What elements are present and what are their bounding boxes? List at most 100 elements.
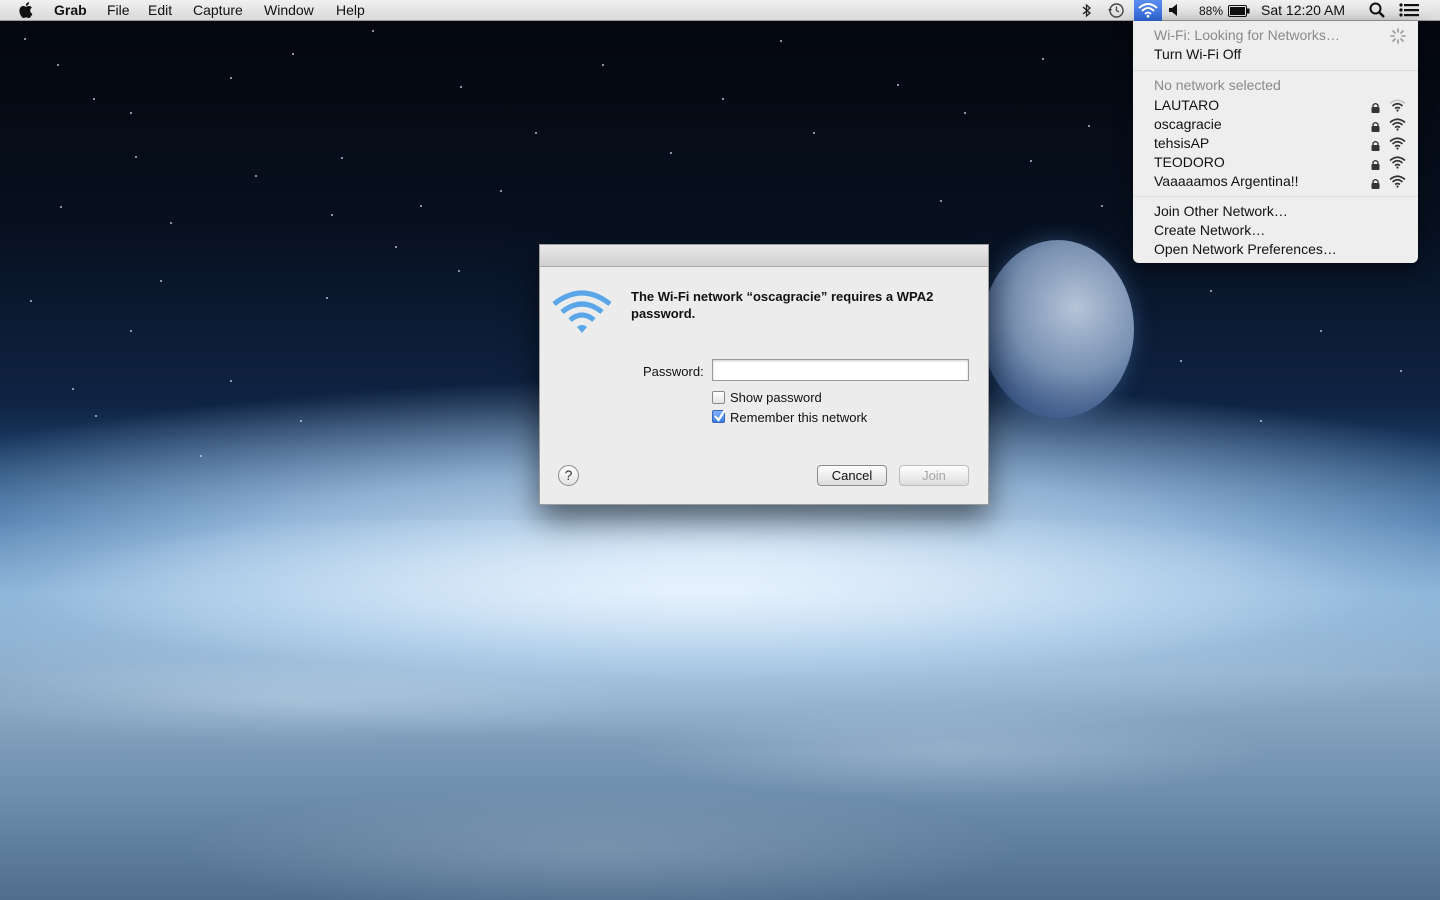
star bbox=[1320, 330, 1322, 332]
star bbox=[372, 30, 374, 32]
star bbox=[130, 112, 132, 114]
menu-bar: Grab File Edit Capture Window Help 88% S… bbox=[0, 0, 1440, 21]
dialog-titlebar bbox=[540, 245, 988, 267]
notification-center-icon[interactable] bbox=[1399, 3, 1419, 21]
cancel-button[interactable]: Cancel bbox=[817, 465, 887, 486]
network-item[interactable]: LAUTARO bbox=[1154, 96, 1219, 114]
network-item[interactable]: TEODORO bbox=[1154, 153, 1225, 171]
star bbox=[95, 415, 97, 417]
wifi-status: Wi-Fi: Looking for Networks… bbox=[1154, 27, 1340, 43]
star bbox=[500, 190, 502, 192]
loading-spinner-icon bbox=[1390, 28, 1406, 47]
volume-icon[interactable] bbox=[1168, 3, 1180, 21]
lock-icon bbox=[1371, 119, 1380, 132]
star bbox=[1260, 420, 1262, 422]
star bbox=[1400, 370, 1402, 372]
star bbox=[230, 77, 232, 79]
apple-menu-icon[interactable] bbox=[19, 1, 35, 23]
remember-network-checkbox[interactable] bbox=[712, 409, 726, 423]
password-label: Password: bbox=[643, 364, 704, 379]
network-item[interactable]: Vaaaaamos Argentina!! bbox=[1154, 172, 1299, 190]
app-menu-grab[interactable]: Grab bbox=[54, 2, 87, 19]
menu-edit[interactable]: Edit bbox=[148, 2, 172, 19]
show-password-label[interactable]: Show password bbox=[730, 390, 822, 405]
wifi-dropdown-menu: Wi-Fi: Looking for Networks… Turn Wi-Fi … bbox=[1133, 21, 1418, 263]
help-button[interactable]: ? bbox=[558, 465, 579, 486]
wifi-signal-icon bbox=[1389, 118, 1406, 131]
star bbox=[30, 300, 32, 302]
menu-clock[interactable]: Sat 12:20 AM bbox=[1261, 2, 1345, 19]
star bbox=[130, 330, 132, 332]
star bbox=[200, 455, 202, 457]
star bbox=[24, 38, 26, 40]
star bbox=[1042, 58, 1044, 60]
star bbox=[395, 246, 397, 248]
lock-icon bbox=[1371, 100, 1380, 113]
star bbox=[1101, 205, 1103, 207]
star bbox=[458, 270, 460, 272]
star bbox=[72, 388, 74, 390]
remember-network-label[interactable]: Remember this network bbox=[730, 410, 867, 425]
menu-help[interactable]: Help bbox=[336, 2, 365, 19]
no-network-label: No network selected bbox=[1154, 77, 1281, 93]
star bbox=[170, 222, 172, 224]
join-other-network-item[interactable]: Join Other Network… bbox=[1154, 202, 1288, 220]
menu-separator bbox=[1133, 70, 1418, 71]
wifi-password-dialog: The Wi-Fi network “oscagracie” requires … bbox=[539, 244, 989, 505]
star bbox=[135, 156, 137, 158]
password-field[interactable] bbox=[712, 359, 969, 381]
menu-window[interactable]: Window bbox=[264, 2, 314, 19]
star bbox=[897, 84, 899, 86]
star bbox=[57, 64, 59, 66]
star bbox=[1030, 160, 1032, 162]
lock-icon bbox=[1371, 176, 1380, 189]
star bbox=[535, 132, 537, 134]
turn-wifi-off-item[interactable]: Turn Wi-Fi Off bbox=[1154, 45, 1241, 63]
star bbox=[300, 420, 302, 422]
star bbox=[326, 297, 328, 299]
lock-icon bbox=[1371, 157, 1380, 170]
open-network-preferences-item[interactable]: Open Network Preferences… bbox=[1154, 240, 1337, 258]
show-password-checkbox[interactable] bbox=[712, 391, 725, 404]
star bbox=[331, 214, 333, 216]
star bbox=[460, 86, 462, 88]
star bbox=[93, 98, 95, 100]
spotlight-icon[interactable] bbox=[1369, 2, 1385, 22]
wifi-icon bbox=[1138, 3, 1158, 18]
star bbox=[1180, 360, 1182, 362]
menu-separator bbox=[1133, 196, 1418, 197]
create-network-item[interactable]: Create Network… bbox=[1154, 221, 1265, 239]
star bbox=[341, 157, 343, 159]
checkmark-icon bbox=[714, 409, 726, 422]
star bbox=[780, 40, 782, 42]
network-item[interactable]: oscagracie bbox=[1154, 115, 1222, 133]
star bbox=[1210, 290, 1212, 292]
star bbox=[602, 64, 604, 66]
wifi-menu-extra[interactable] bbox=[1134, 0, 1162, 21]
bluetooth-icon[interactable] bbox=[1082, 3, 1092, 22]
earth-horizon bbox=[0, 520, 1440, 900]
star bbox=[160, 280, 162, 282]
moon bbox=[982, 240, 1134, 418]
star bbox=[964, 112, 966, 114]
menu-capture[interactable]: Capture bbox=[193, 2, 243, 19]
star bbox=[60, 206, 62, 208]
battery-percentage[interactable]: 88% bbox=[1199, 3, 1223, 20]
star bbox=[230, 380, 232, 382]
wifi-signal-icon bbox=[1389, 99, 1406, 112]
star bbox=[1088, 125, 1090, 127]
star bbox=[813, 132, 815, 134]
star bbox=[420, 205, 422, 207]
star bbox=[670, 152, 672, 154]
battery-icon[interactable] bbox=[1228, 4, 1250, 21]
wifi-signal-icon bbox=[1389, 156, 1406, 169]
wifi-signal-icon bbox=[1389, 137, 1406, 150]
star bbox=[255, 175, 257, 177]
star bbox=[292, 53, 294, 55]
join-button[interactable]: Join bbox=[899, 465, 969, 486]
menu-file[interactable]: File bbox=[107, 2, 130, 19]
time-machine-icon[interactable] bbox=[1107, 2, 1125, 23]
star bbox=[722, 98, 724, 100]
wifi-signal-icon bbox=[1389, 175, 1406, 188]
network-item[interactable]: tehsisAP bbox=[1154, 134, 1209, 152]
